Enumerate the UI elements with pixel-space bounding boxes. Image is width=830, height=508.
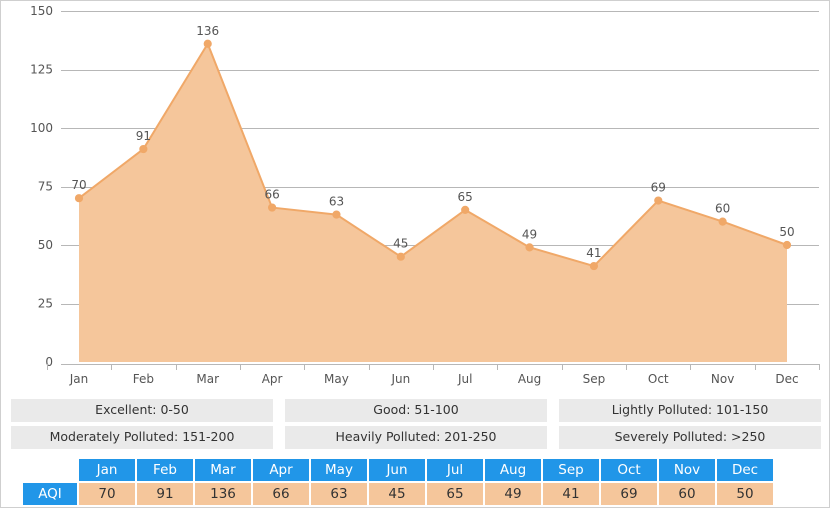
svg-text:100: 100: [30, 121, 53, 135]
data-point-may[interactable]: [332, 210, 341, 219]
x-tick-jan: Jan: [69, 372, 89, 386]
data-label-apr: 66: [264, 188, 279, 202]
x-tick-mar: Mar: [196, 372, 219, 386]
table-row: AQI 70 91 136 66 63 45 65 49 41 69 60 50: [23, 483, 773, 505]
table-value-aug: 49: [485, 483, 541, 505]
svg-text:150: 150: [30, 4, 53, 18]
svg-text:25: 25: [38, 297, 53, 311]
legend-row-1: Excellent: 0-50 Good: 51-100 Lightly Pol…: [11, 399, 821, 422]
data-label-dec: 50: [779, 225, 794, 239]
table-header-jun: Jun: [369, 459, 425, 481]
table-header-jul: Jul: [427, 459, 483, 481]
x-tick-may: May: [324, 372, 349, 386]
table-value-jun: 45: [369, 483, 425, 505]
x-tick-jul: Jul: [457, 372, 472, 386]
data-point-nov[interactable]: [718, 217, 727, 226]
aqi-data-table: Jan Feb Mar Apr May Jun Jul Aug Sep Oct Nov Dec AQI…: [21, 457, 775, 507]
x-axis-tick-labels: Jan Feb Mar Apr May Jun Jul Aug Sep Oct Nov Dec: [69, 372, 799, 386]
data-label-mar: 136: [196, 24, 219, 38]
x-tick-aug: Aug: [518, 372, 541, 386]
data-point-mar[interactable]: [203, 39, 212, 48]
x-tick-sep: Sep: [583, 372, 606, 386]
data-point-oct[interactable]: [654, 196, 663, 205]
data-label-aug: 49: [522, 227, 537, 241]
svg-text:125: 125: [30, 63, 53, 77]
table-header-aug: Aug: [485, 459, 541, 481]
svg-text:75: 75: [38, 180, 53, 194]
table-value-sep: 41: [543, 483, 599, 505]
aqi-category-legend: Excellent: 0-50 Good: 51-100 Lightly Pol…: [11, 399, 821, 453]
table-value-dec: 50: [717, 483, 773, 505]
aqi-table: Jan Feb Mar Apr May Jun Jul Aug Sep Oct Nov Dec AQI…: [21, 457, 775, 507]
data-point-apr[interactable]: [267, 203, 277, 212]
data-label-sep: 41: [586, 246, 601, 260]
table-header-oct: Oct: [601, 459, 657, 481]
table-header-feb: Feb: [137, 459, 193, 481]
x-axis: [47, 364, 820, 370]
y-axis-tick-labels: 0 25 50 75 100 125 150: [30, 4, 53, 369]
chart-canvas: 0 25 50 75 100 125 150 70 91 136 66 63 45 65 49 41 69 60…: [30, 4, 820, 386]
aqi-area-fill: [79, 43, 787, 362]
legend-item-heavily-polluted[interactable]: Heavily Polluted: 201-250: [285, 425, 547, 449]
data-label-nov: 60: [715, 202, 730, 216]
table-value-feb: 91: [137, 483, 193, 505]
x-tick-apr: Apr: [262, 372, 283, 386]
table-value-may: 63: [311, 483, 367, 505]
table-value-nov: 60: [659, 483, 715, 505]
data-label-may: 63: [329, 195, 344, 209]
data-point-sep[interactable]: [589, 261, 599, 271]
data-point-jun[interactable]: [396, 252, 405, 261]
data-label-jan: 70: [71, 178, 86, 192]
table-header-row: Jan Feb Mar Apr May Jun Jul Aug Sep Oct Nov Dec: [23, 459, 773, 481]
svg-text:50: 50: [38, 238, 53, 252]
table-header-mar: Mar: [195, 459, 251, 481]
data-point-dec[interactable]: [782, 240, 792, 250]
data-point-aug[interactable]: [525, 243, 534, 252]
table-corner-cell: [23, 459, 77, 481]
aqi-chart-widget: 0 25 50 75 100 125 150 70 91 136 66 63 45 65 49 41 69 60…: [0, 0, 830, 508]
aqi-area-path-group: [78, 42, 788, 362]
data-label-feb: 91: [136, 129, 151, 143]
data-point-jan[interactable]: [74, 194, 84, 203]
x-tick-dec: Dec: [775, 372, 798, 386]
x-tick-oct: Oct: [648, 372, 669, 386]
aqi-area-chart: 0 25 50 75 100 125 150 70 91 136 66 63 45 65 49 41 69 60…: [1, 1, 829, 393]
table-header-may: May: [311, 459, 367, 481]
table-row-label-aqi: AQI: [23, 483, 77, 505]
x-tick-nov: Nov: [711, 372, 734, 386]
table-value-apr: 66: [253, 483, 309, 505]
table-value-mar: 136: [195, 483, 251, 505]
x-tick-jun: Jun: [390, 372, 410, 386]
legend-item-severely-polluted[interactable]: Severely Polluted: >250: [559, 425, 821, 449]
table-header-apr: Apr: [253, 459, 309, 481]
legend-item-excellent[interactable]: Excellent: 0-50: [11, 399, 273, 422]
table-value-oct: 69: [601, 483, 657, 505]
table-header-nov: Nov: [659, 459, 715, 481]
table-value-jan: 70: [79, 483, 135, 505]
data-point-jul[interactable]: [461, 205, 470, 214]
data-label-oct: 69: [651, 181, 666, 195]
table-header-sep: Sep: [543, 459, 599, 481]
data-point-feb[interactable]: [139, 144, 148, 154]
x-tick-feb: Feb: [133, 372, 154, 386]
legend-row-2: Moderately Polluted: 151-200 Heavily Pol…: [11, 425, 821, 449]
table-header-dec: Dec: [717, 459, 773, 481]
table-value-jul: 65: [427, 483, 483, 505]
legend-item-moderately-polluted[interactable]: Moderately Polluted: 151-200: [11, 425, 273, 449]
legend-item-lightly-polluted[interactable]: Lightly Polluted: 101-150: [559, 399, 821, 422]
svg-text:0: 0: [45, 355, 53, 369]
data-label-jul: 65: [458, 190, 473, 204]
data-label-jun: 45: [393, 237, 408, 251]
legend-item-good[interactable]: Good: 51-100: [285, 399, 547, 422]
table-header-jan: Jan: [79, 459, 135, 481]
